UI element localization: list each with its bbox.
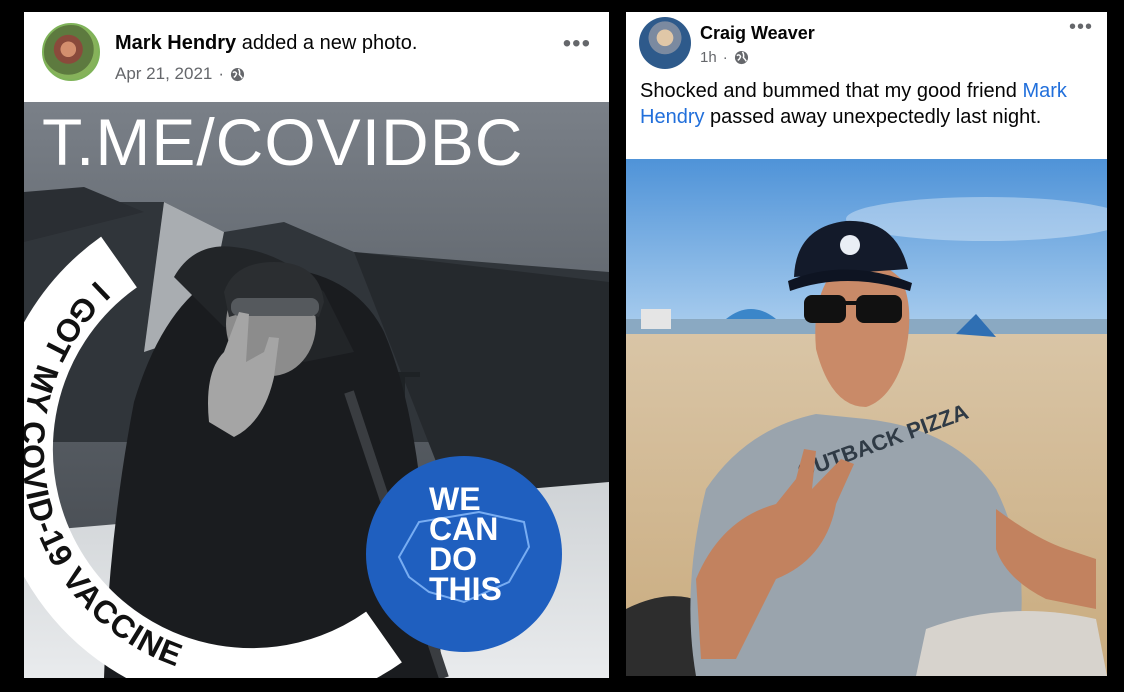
post-header: Mark Hendry added a new photo. Apr 21, 2… xyxy=(24,12,609,102)
post-action: added a new photo. xyxy=(241,32,418,54)
post-text-before: Shocked and bummed that my good friend xyxy=(640,80,1023,102)
post-time[interactable]: 1h xyxy=(700,49,717,66)
badge-line-4: THIS xyxy=(429,571,502,607)
author-name[interactable]: Craig Weaver xyxy=(700,23,815,43)
more-options-icon[interactable]: ••• xyxy=(563,30,591,58)
post-meta: 1h · xyxy=(700,49,749,66)
left-post: Mark Hendry added a new photo. Apr 21, 2… xyxy=(24,12,609,678)
author-name[interactable]: Mark Hendry xyxy=(115,32,236,54)
post-header: Craig Weaver 1h · ••• xyxy=(626,12,1107,69)
meta-separator: · xyxy=(722,49,728,66)
right-post: Craig Weaver 1h · ••• Shocked and bummed… xyxy=(626,12,1107,676)
author-avatar[interactable] xyxy=(42,23,100,81)
author-line: Craig Weaver xyxy=(700,23,815,44)
post-text-after: passed away unexpectedly last night. xyxy=(704,106,1042,128)
post-photo[interactable]: OUTBACK PIZZA xyxy=(626,159,1107,676)
globe-icon xyxy=(734,50,748,65)
post-photo[interactable]: I GOT MY COVID-19 VACCINE WE CAN DO THIS xyxy=(24,102,609,678)
author-avatar[interactable] xyxy=(639,17,691,69)
post-text: Shocked and bummed that my good friend M… xyxy=(640,78,1100,130)
post-date[interactable]: Apr 21, 2021 xyxy=(115,64,212,84)
globe-icon xyxy=(230,67,245,81)
post-meta: Apr 21, 2021 · xyxy=(115,64,245,84)
meta-separator: · xyxy=(218,64,225,83)
promo-overlay-text: T.ME/COVIDBC xyxy=(42,105,524,179)
more-options-icon[interactable]: ••• xyxy=(1069,16,1093,39)
author-line: Mark Hendry added a new photo. xyxy=(115,32,417,55)
